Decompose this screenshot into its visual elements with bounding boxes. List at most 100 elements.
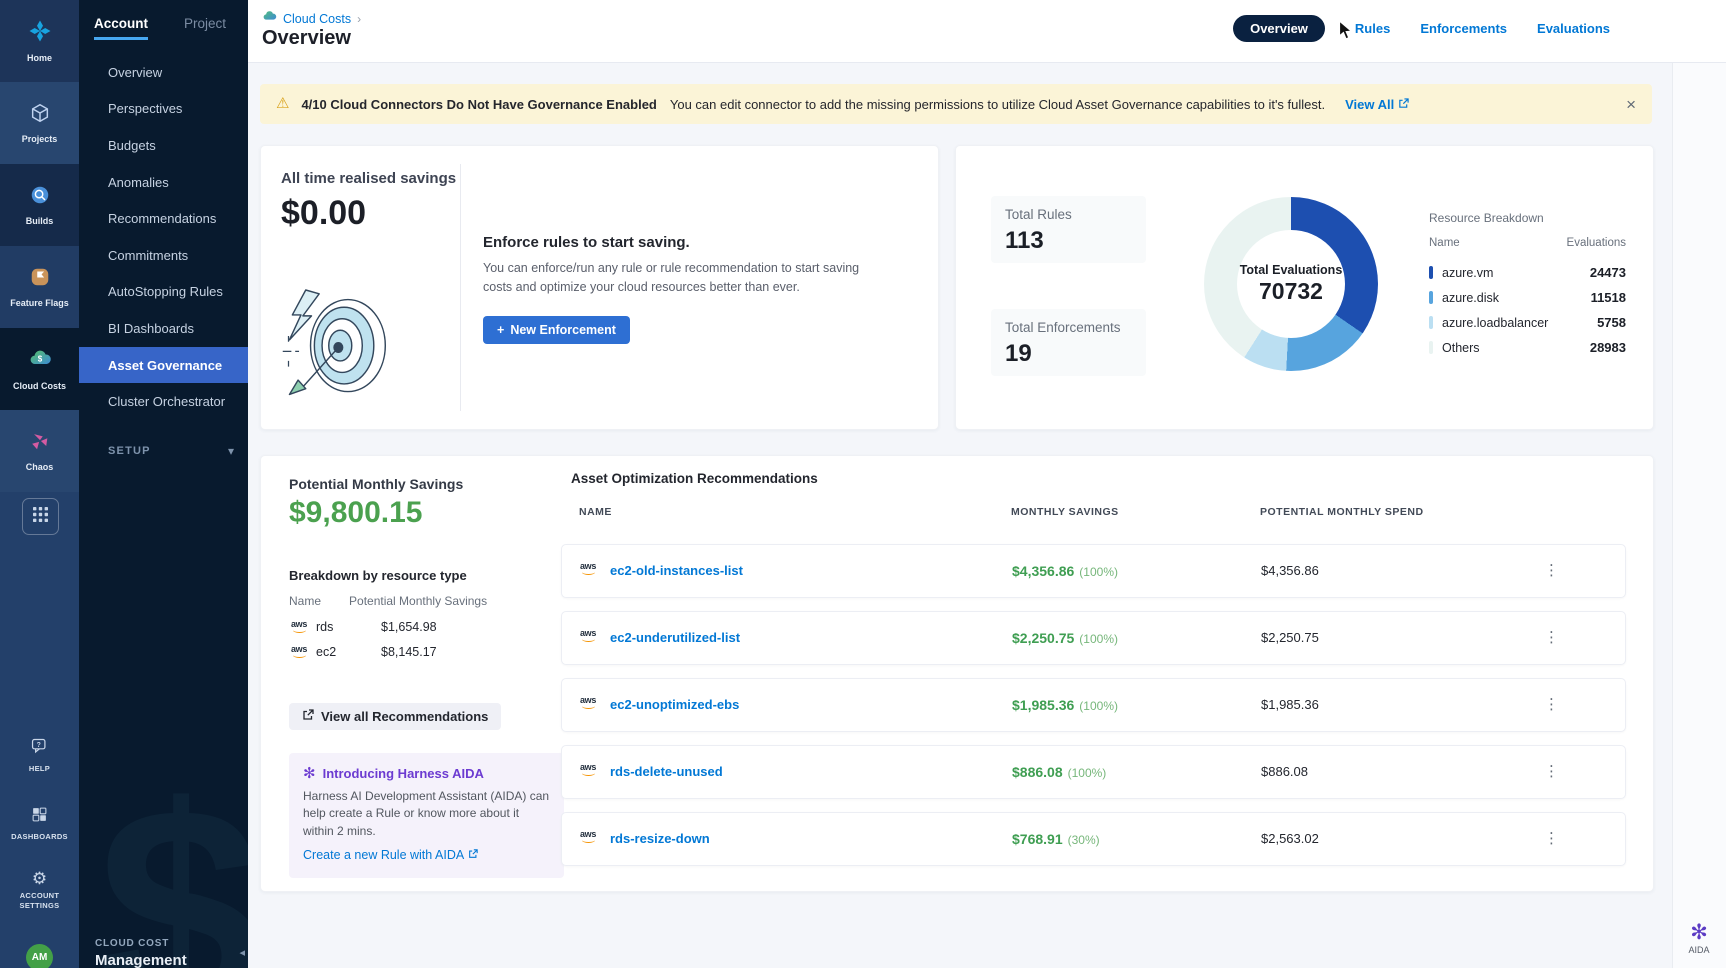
kebab-menu-icon[interactable]: ⋮ [1538,679,1565,731]
resource-evaluations: 28983 [1590,340,1626,355]
sidebar-nav: OverviewPerspectivesBudgetsAnomaliesReco… [79,54,248,420]
dashboards-grid-icon [31,806,48,828]
aws-icon: aws [289,645,309,658]
rail-item-cloud-costs[interactable]: $ Cloud Costs [0,328,79,410]
sidebar-nav-item[interactable]: Budgets [79,127,248,164]
breadcrumb-link[interactable]: Cloud Costs [283,12,351,26]
sidebar-nav-item[interactable]: Overview [79,54,248,91]
help-button[interactable]: ? HELP [0,738,79,774]
total-rules-stat: Total Rules 113 [991,196,1146,263]
rail-item-feature-flags[interactable]: Feature Flags [0,246,79,328]
potential-savings-title: Potential Monthly Savings [289,476,463,492]
donut-center-label: Total Evaluations [1240,263,1343,277]
breakdown-rows: azure.vm 24473 azure.disk 11518 azure.lo… [1429,260,1626,360]
monthly-savings-cell: $4,356.86(100%) [1012,545,1118,598]
module-title: Management [95,952,187,968]
aida-fab[interactable]: ✻ AIDA [1676,922,1722,955]
view-all-recommendations-button[interactable]: View all Recommendations [289,703,501,730]
recommendation-name-link[interactable]: ec2-underutilized-list [610,612,740,664]
account-settings-button[interactable]: ⚙ ACCOUNT SETTINGS [0,870,79,911]
governance-tab[interactable]: Overview [1233,15,1325,42]
legend-marker [1429,316,1433,329]
sidebar-nav-item[interactable]: Asset Governance [79,347,248,384]
recommendation-row[interactable]: aws ec2-old-instances-list $4,356.86(100… [561,544,1626,598]
rail-item-projects[interactable]: Projects [0,82,79,164]
flag-icon [29,266,51,293]
view-all-link[interactable]: View All [1345,97,1409,112]
recommendation-row[interactable]: aws rds-resize-down $768.91(30%) $2,563.… [561,812,1626,866]
breakdown-row: Others 28983 [1429,335,1626,360]
breakdown-row: azure.disk 11518 [1429,285,1626,310]
breakdown-col-name: Name [1429,237,1460,249]
col-header-name: NAME [579,506,612,518]
aws-icon: aws [578,830,598,843]
user-avatar[interactable]: AM [26,944,53,968]
sidebar-nav-item[interactable]: Cluster Orchestrator [79,383,248,420]
potential-savings-value: $9,800.15 [289,496,422,530]
cloud-dollar-icon: $ [28,347,52,376]
sidebar-collapse-icon[interactable]: ◂ [239,946,245,959]
resource-type-name: rds [316,620,333,634]
recommendation-name-link[interactable]: rds-resize-down [610,813,710,865]
close-icon[interactable]: × [1626,96,1636,113]
create-rule-with-aida-link[interactable]: Create a new Rule with AIDA [303,848,550,862]
apps-grid-button[interactable] [22,498,59,535]
cube-icon [29,102,51,129]
sidebar-nav-item[interactable]: BI Dashboards [79,310,248,347]
resource-name: azure.vm [1442,266,1493,280]
monthly-savings-cell: $2,250.75(100%) [1012,612,1118,665]
breadcrumb-separator: › [357,12,361,26]
kebab-menu-icon[interactable]: ⋮ [1538,612,1565,664]
main-content: ⚠ 4/10 Cloud Connectors Do Not Have Gove… [248,62,1672,968]
col-header-monthly-savings: MONTHLY SAVINGS [1011,506,1119,518]
aws-icon: aws [289,620,309,633]
sidebar-nav-item[interactable]: AutoStopping Rules [79,274,248,311]
kebab-menu-icon[interactable]: ⋮ [1538,813,1565,865]
potential-col-savings: Potential Monthly Savings [349,594,487,608]
total-rules-value: 113 [1005,227,1044,255]
aida-title: Introducing Harness AIDA [323,766,484,781]
aida-flower-icon: ✻ [303,766,316,781]
resource-evaluations: 24473 [1590,265,1626,280]
governance-tab[interactable]: Rules [1355,15,1390,42]
resource-type-name: ec2 [316,645,336,659]
new-enforcement-button[interactable]: + New Enforcement [483,316,630,344]
scope-tabs: Account Project [94,16,248,40]
scope-tab[interactable]: Project [184,16,226,40]
sidebar-nav-item[interactable]: Commitments [79,237,248,274]
card-divider [460,164,461,411]
recommendation-row[interactable]: aws rds-delete-unused $886.08(100%) $886… [561,745,1626,799]
recommendation-name-link[interactable]: rds-delete-unused [610,746,723,798]
legend-marker [1429,266,1433,279]
recommendation-row[interactable]: aws ec2-underutilized-list $2,250.75(100… [561,611,1626,665]
dashboards-button[interactable]: DASHBOARDS [0,806,79,842]
resource-type-savings: $1,654.98 [381,620,437,634]
potential-spend-cell: $886.08 [1261,746,1308,798]
recommendation-name-link[interactable]: ec2-old-instances-list [610,545,743,597]
target-illustration [277,284,392,416]
sidebar-nav-item[interactable]: Perspectives [79,91,248,128]
rail-item-builds[interactable]: Builds [0,164,79,246]
potential-spend-cell: $2,250.75 [1261,612,1319,664]
kebab-menu-icon[interactable]: ⋮ [1538,545,1565,597]
rail-item-home[interactable]: Home [0,0,79,82]
governance-tab[interactable]: Enforcements [1420,15,1507,42]
plus-icon: + [497,323,504,337]
svg-text:$: $ [37,355,42,364]
banner-message: You can edit connector to add the missin… [670,97,1325,112]
legend-marker [1429,341,1433,354]
recommendation-name-link[interactable]: ec2-unoptimized-ebs [610,679,739,731]
aws-icon: aws [578,629,598,642]
scope-tab[interactable]: Account [94,16,148,40]
resource-name: azure.disk [1442,291,1499,305]
recommendation-row[interactable]: aws ec2-unoptimized-ebs $1,985.36(100%) … [561,678,1626,732]
chevron-down-icon: ▾ [228,444,234,458]
kebab-menu-icon[interactable]: ⋮ [1538,746,1565,798]
governance-tab[interactable]: Evaluations [1537,15,1610,42]
resource-breakdown: Resource Breakdown Name Evaluations azur… [1429,146,1626,429]
sidebar-nav-item[interactable]: Recommendations [79,200,248,237]
rail-item-chaos[interactable]: Chaos [0,410,79,492]
legend-marker [1429,291,1433,304]
setup-section-toggle[interactable]: SETUP ▾ [108,444,234,458]
sidebar-nav-item[interactable]: Anomalies [79,164,248,201]
